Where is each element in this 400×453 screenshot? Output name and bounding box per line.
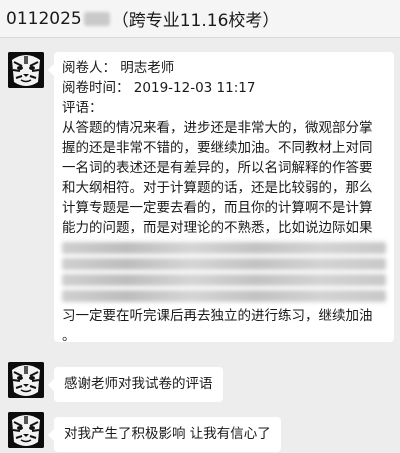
review-comment-bubble: 阅卷人： 明志老师 阅卷时间： 2019-12-03 11:17 评语： 从答题… — [48, 52, 394, 344]
message-text: 对我产生了积极影响 让我有信心了 — [64, 426, 271, 442]
avatar[interactable] — [8, 362, 44, 398]
review-time-label: 阅卷时间： — [62, 80, 130, 96]
comment-line: 。 — [62, 328, 76, 344]
reviewer-line: 阅卷人： 明志老师 — [62, 58, 386, 78]
comment-line: 一名词的表述还是有差异的，所以名词解释的作答要 — [62, 160, 373, 176]
review-time-line: 阅卷时间： 2019-12-03 11:17 — [62, 78, 386, 98]
blurred-redaction — [83, 11, 110, 26]
blurred-redaction — [62, 258, 386, 270]
avatar[interactable] — [8, 52, 44, 88]
blurred-redaction — [62, 274, 386, 286]
chat-bubble: 对我产生了积极影响 让我有信心了 — [48, 417, 281, 452]
message-text: 感谢老师对我试卷的评语 — [64, 376, 213, 392]
header-title-suffix: （跨专业11.16校考） — [111, 11, 280, 31]
blurred-redaction — [62, 242, 386, 254]
comment-line: 计算专题是一定要去看的，而且你的计算啊不是计算 — [62, 200, 373, 216]
blurred-redaction — [62, 290, 386, 302]
comment-line: 从答题的情况来看，进步还是非常大的，微观部分掌 — [62, 120, 373, 136]
tiger-face-icon — [8, 362, 44, 398]
reviewer-label: 阅卷人： — [62, 60, 116, 76]
chat-bubble: 感谢老师对我试卷的评语 — [48, 367, 223, 402]
comment-label: 评语： — [62, 100, 103, 116]
comment-line: 和大纲相符。对于计算题的话，还是比较弱的，那么 — [62, 180, 373, 196]
avatar[interactable] — [8, 412, 44, 448]
tiger-face-icon — [8, 412, 44, 448]
comment-line: 习一定要在听完课后再去独立的进行练习，继续加油 — [62, 308, 373, 324]
page-header: 0112025 （跨专业11.16校考） — [0, 0, 400, 38]
reviewer-name: 明志老师 — [120, 60, 175, 76]
review-time-value: 2019-12-03 11:17 — [133, 80, 256, 96]
tiger-face-icon — [8, 52, 44, 88]
comment-line: 能力的问题，而是对理论的不熟悉，比如说边际如果 — [62, 220, 373, 236]
comment-line: 握的还是非常不错的，要继续加油。不同教材上对同 — [62, 140, 373, 156]
header-title-prefix: 0112025 — [6, 8, 82, 29]
comment-text: 从答题的情况来看，进步还是非常大的，微观部分掌 握的还是非常不错的，要继续加油。… — [62, 118, 386, 346]
